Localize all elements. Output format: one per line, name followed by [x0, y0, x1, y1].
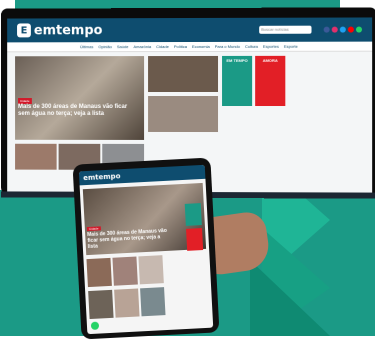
nav-item[interactable]: Esportes: [263, 44, 279, 49]
tablet-thumbnail-row: [88, 285, 209, 319]
tablet-magazine-card[interactable]: [186, 228, 203, 251]
site-header: E emtempo Buscar notícias: [7, 17, 372, 42]
tablet-hero-story[interactable]: Cidade Mais de 300 áreas de Manaus vão f…: [83, 183, 206, 255]
tablet-hero-title: Mais de 300 áreas de Manaus vão ficar se…: [87, 228, 168, 250]
story-thumbnail[interactable]: [15, 144, 57, 170]
nav-item[interactable]: Cidade: [156, 44, 169, 49]
tablet-story-thumbnail[interactable]: [114, 288, 139, 317]
nav-item[interactable]: Cultura: [245, 44, 258, 49]
side-news-item[interactable]: [289, 72, 364, 76]
nav-item[interactable]: Economia: [192, 44, 210, 49]
facebook-icon[interactable]: [324, 27, 330, 33]
social-icons: [324, 27, 362, 33]
tablet-story-thumbnail[interactable]: [86, 258, 111, 287]
tablet-story-thumbnail[interactable]: [140, 287, 165, 316]
side-news-list: [289, 56, 364, 171]
magazine-card-emtempo[interactable]: EM TEMPO: [222, 56, 252, 106]
story-image[interactable]: [148, 96, 218, 132]
whatsapp-icon[interactable]: [356, 27, 362, 33]
tablet-logo[interactable]: emtempo: [83, 172, 121, 182]
youtube-icon[interactable]: [348, 27, 354, 33]
site-nav: Últimas Opinião Saúde Amazônia Cidade Po…: [7, 42, 372, 53]
tablet-story-thumbnail[interactable]: [112, 257, 137, 286]
logo-text: emtempo: [34, 23, 103, 38]
logo-mark-icon: E: [17, 23, 31, 37]
tablet-story-thumbnail[interactable]: [138, 255, 163, 284]
nav-item[interactable]: Opinião: [98, 44, 112, 49]
hero-title: Mais de 300 áreas de Manaus vão ficar se…: [18, 104, 135, 118]
twitter-icon[interactable]: [340, 27, 346, 33]
side-news-item[interactable]: [289, 56, 364, 60]
site-logo[interactable]: E emtempo: [17, 23, 102, 38]
tablet-magazine-cards: [185, 203, 203, 251]
nav-item[interactable]: Para o Mundo: [215, 44, 240, 49]
main-column: Cidade Mais de 300 áreas de Manaus vão f…: [15, 56, 144, 170]
story-image[interactable]: [148, 56, 218, 92]
magazine-card-amora[interactable]: AMORA: [255, 56, 285, 106]
page-content: Cidade Mais de 300 áreas de Manaus vão f…: [7, 52, 372, 175]
nav-item[interactable]: Política: [174, 44, 187, 49]
nav-item[interactable]: Saúde: [117, 44, 129, 49]
hero-story[interactable]: Cidade Mais de 300 áreas de Manaus vão f…: [15, 56, 144, 140]
tablet-story-thumbnail[interactable]: [88, 290, 113, 319]
tablet-device: emtempo Cidade Mais de 300 áreas de Mana…: [73, 158, 220, 340]
whatsapp-icon[interactable]: [91, 322, 99, 330]
tablet-magazine-card[interactable]: [185, 203, 202, 226]
tablet-hero-tag: Cidade: [87, 226, 101, 231]
side-news-item[interactable]: [289, 64, 364, 68]
tablet-header: emtempo: [79, 165, 206, 186]
tablet-screen: emtempo Cidade Mais de 300 áreas de Mana…: [79, 165, 213, 334]
nav-item[interactable]: Amazônia: [133, 44, 151, 49]
instagram-icon[interactable]: [332, 27, 338, 33]
magazine-cards: EM TEMPO AMORA: [222, 56, 285, 170]
nav-item[interactable]: Esporte: [284, 44, 298, 49]
nav-item[interactable]: Últimas: [80, 44, 93, 49]
middle-column: [148, 56, 218, 170]
search-input[interactable]: Buscar notícias: [259, 26, 311, 34]
tablet-thumbnail-row: [86, 253, 207, 287]
